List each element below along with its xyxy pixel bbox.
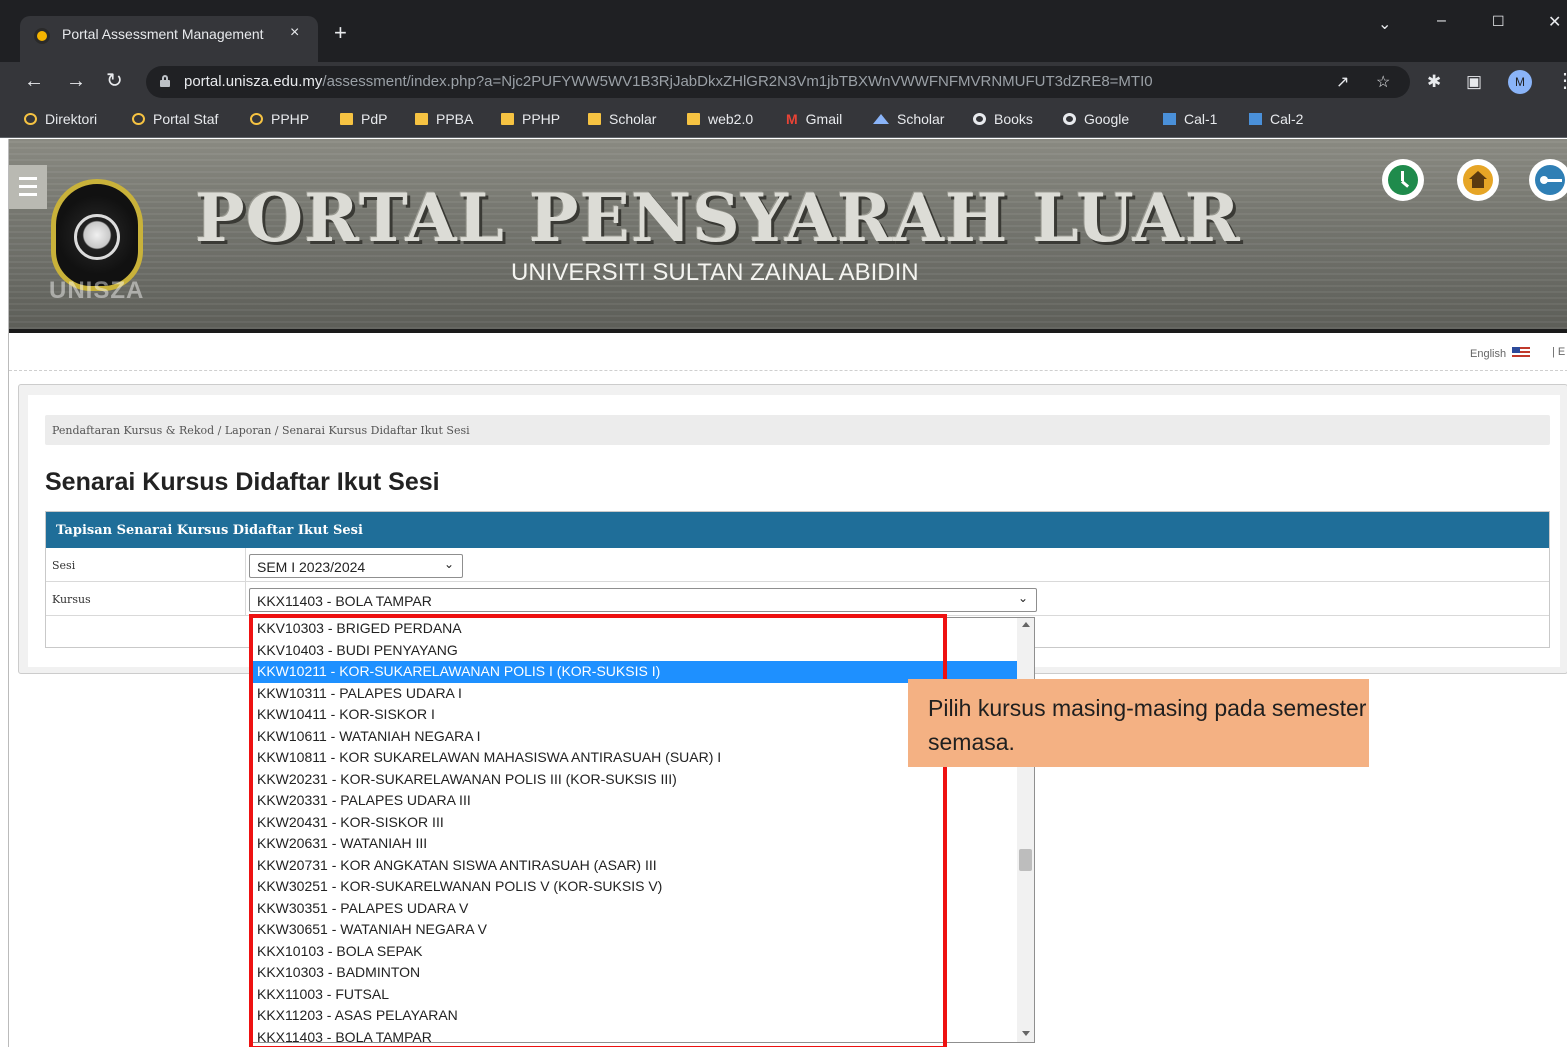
forward-arrow-icon[interactable]: → bbox=[66, 70, 86, 92]
scroll-down-arrow-icon[interactable] bbox=[1022, 1031, 1030, 1036]
portal-title: PORTAL PENSYARAH LUAR bbox=[195, 179, 1241, 257]
bookmark-pphp[interactable]: PPHP bbox=[250, 111, 309, 127]
calendar-icon bbox=[1163, 113, 1176, 125]
scrollbar-thumb[interactable] bbox=[1019, 849, 1032, 871]
unisza-logo-text: UNISZA bbox=[49, 277, 145, 304]
browser-tab[interactable]: Portal Assessment Management × bbox=[20, 16, 318, 62]
bookmark-cal-1[interactable]: Cal-1 bbox=[1163, 111, 1217, 127]
kursus-row: Kursus KKX11403 - BOLA TAMPAR ⌄ bbox=[46, 582, 1549, 616]
bookmark-portal-staf[interactable]: Portal Staf bbox=[132, 111, 218, 127]
scroll-up-arrow-icon[interactable] bbox=[1022, 622, 1030, 627]
gmail-icon: M bbox=[786, 111, 798, 127]
new-tab-button[interactable]: + bbox=[334, 22, 347, 44]
bookmark-scholar[interactable]: Scholar bbox=[873, 111, 944, 127]
chevron-down-icon: ⌄ bbox=[1017, 591, 1028, 605]
globe-icon bbox=[250, 113, 263, 125]
folder-icon bbox=[687, 113, 700, 125]
share-icon[interactable]: ↗ bbox=[1336, 72, 1349, 92]
instruction-callout: Pilih kursus masing-masing pada semester… bbox=[908, 679, 1369, 767]
chevron-down-icon: ⌄ bbox=[443, 557, 454, 571]
google-icon bbox=[973, 113, 986, 125]
language-english-link[interactable]: English bbox=[1470, 347, 1531, 360]
key-icon[interactable] bbox=[1529, 159, 1567, 201]
bookmark-google[interactable]: Google bbox=[1063, 111, 1129, 127]
unisza-emblem-icon bbox=[51, 179, 143, 291]
folder-icon bbox=[501, 113, 514, 125]
sesi-row: Sesi SEM I 2023/2024 ⌄ bbox=[46, 548, 1549, 582]
bookmarks-bar: Direktori Portal Staf PPHP PdP PPBA PPHP… bbox=[0, 102, 1567, 138]
red-highlight-box bbox=[249, 614, 947, 1047]
browser-tab-strip: Portal Assessment Management × + ⌄ – ☐ ✕ bbox=[0, 0, 1567, 62]
uk-flag-icon bbox=[1512, 347, 1531, 358]
browser-menu-icon[interactable]: ⋮ bbox=[1555, 70, 1567, 92]
url-text: portal.unisza.edu.my/assessment/index.ph… bbox=[184, 73, 1153, 90]
university-name: UNIVERSITI SULTAN ZAINAL ABIDIN bbox=[511, 259, 919, 286]
bookmark-direktori[interactable]: Direktori bbox=[24, 111, 97, 127]
tab-search-chevron-icon[interactable]: ⌄ bbox=[1378, 14, 1391, 34]
home-icon[interactable] bbox=[1457, 159, 1499, 201]
bookmark-pphp-folder[interactable]: PPHP bbox=[501, 111, 560, 127]
page-title: Senarai Kursus Didaftar Ikut Sesi bbox=[45, 468, 440, 496]
bookmark-gmail[interactable]: M Gmail bbox=[786, 111, 842, 127]
address-bar[interactable]: portal.unisza.edu.my/assessment/index.ph… bbox=[146, 66, 1410, 98]
profile-avatar[interactable]: M bbox=[1508, 70, 1532, 94]
filter-heading: Tapisan Senarai Kursus Didaftar Ikut Ses… bbox=[46, 512, 1549, 548]
globe-icon bbox=[132, 113, 145, 125]
hamburger-menu-icon[interactable] bbox=[9, 165, 47, 209]
portal-banner: UNISZA PORTAL PENSYARAH LUAR UNIVERSITI … bbox=[9, 139, 1567, 333]
globe-icon bbox=[24, 113, 37, 125]
bookmark-books[interactable]: Books bbox=[973, 111, 1033, 127]
bookmark-scholar-folder[interactable]: Scholar bbox=[588, 111, 656, 127]
close-tab-icon[interactable]: × bbox=[290, 24, 299, 42]
clock-icon[interactable] bbox=[1382, 159, 1424, 201]
folder-icon bbox=[415, 113, 428, 125]
minimize-window-icon[interactable]: – bbox=[1437, 12, 1446, 30]
maximize-window-icon[interactable]: ☐ bbox=[1492, 13, 1505, 30]
bookmark-cal-2[interactable]: Cal-2 bbox=[1249, 111, 1303, 127]
reload-icon[interactable]: ↻ bbox=[106, 70, 123, 92]
language-separator: | E bbox=[1552, 346, 1566, 358]
bookmark-ppba[interactable]: PPBA bbox=[415, 111, 473, 127]
screenshot-root: Portal Assessment Management × + ⌄ – ☐ ✕… bbox=[0, 0, 1567, 1047]
bookmark-web20[interactable]: web2.0 bbox=[687, 111, 753, 127]
close-window-icon[interactable]: ✕ bbox=[1548, 12, 1561, 32]
site-favicon-icon bbox=[34, 28, 50, 44]
kursus-select[interactable]: KKX11403 - BOLA TAMPAR ⌄ bbox=[249, 588, 1037, 612]
calendar-icon bbox=[1249, 113, 1262, 125]
back-arrow-icon[interactable]: ← bbox=[24, 70, 44, 92]
google-icon bbox=[1063, 113, 1076, 125]
tab-title: Portal Assessment Management bbox=[62, 26, 264, 42]
extensions-puzzle-icon[interactable]: ✱ bbox=[1427, 71, 1441, 93]
language-bar: English | E bbox=[9, 337, 1567, 371]
bookmark-pdp[interactable]: PdP bbox=[340, 111, 387, 127]
folder-icon bbox=[588, 113, 601, 125]
folder-icon bbox=[340, 113, 353, 125]
sesi-select[interactable]: SEM I 2023/2024 ⌄ bbox=[249, 554, 463, 578]
kursus-label: Kursus bbox=[52, 593, 91, 606]
lock-icon bbox=[160, 75, 170, 87]
scholar-cap-icon bbox=[873, 114, 889, 124]
breadcrumb: Pendaftaran Kursus & Rekod / Laporan / S… bbox=[45, 415, 1550, 445]
browser-toolbar: ← → ↻ portal.unisza.edu.my/assessment/in… bbox=[0, 62, 1567, 102]
side-panel-icon[interactable]: ▣ bbox=[1466, 71, 1482, 93]
bookmark-star-icon[interactable]: ☆ bbox=[1376, 72, 1390, 92]
sesi-label: Sesi bbox=[52, 559, 76, 572]
